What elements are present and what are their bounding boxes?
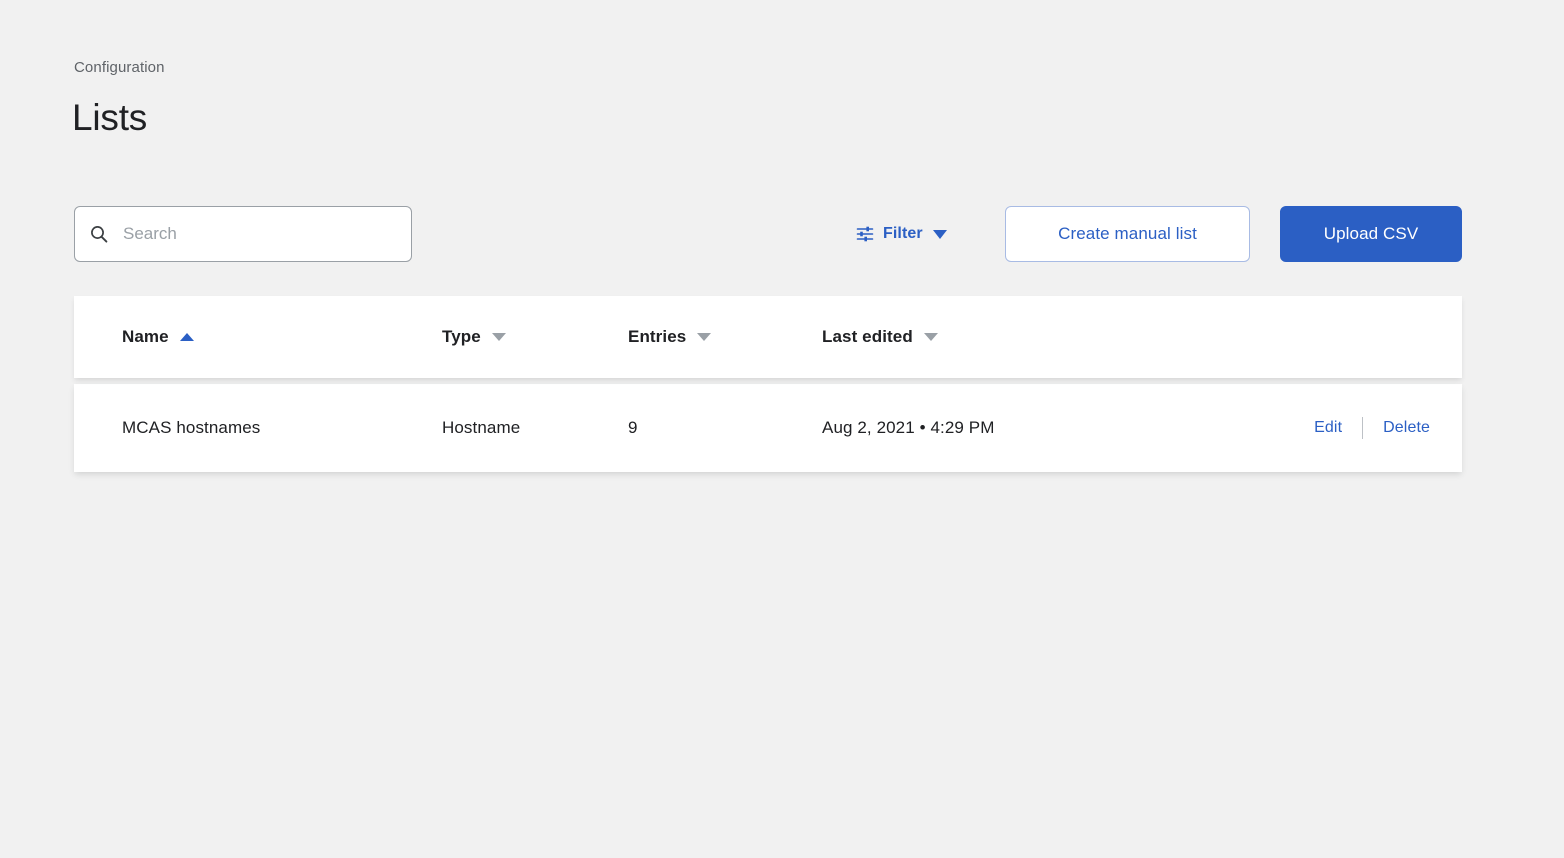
column-header-name-label: Name	[122, 327, 169, 346]
chevron-down-icon	[932, 229, 947, 239]
column-header-entries-label: Entries	[628, 327, 687, 346]
create-manual-list-button[interactable]: Create manual list	[1005, 206, 1250, 262]
filter-label: Filter	[883, 225, 923, 242]
page-title: Lists	[72, 97, 148, 138]
search-icon	[89, 224, 109, 244]
row-actions: Edit Delete	[1314, 384, 1430, 472]
column-header-name[interactable]: Name	[122, 296, 194, 378]
breadcrumb: Configuration	[74, 59, 165, 76]
cell-entries: 9	[628, 418, 638, 437]
toolbar: Filter Create manual list Upload CSV	[0, 206, 1564, 264]
filter-button[interactable]: Filter	[856, 220, 947, 248]
edit-link[interactable]: Edit	[1314, 419, 1342, 437]
column-header-type-label: Type	[442, 327, 481, 346]
action-divider	[1362, 417, 1364, 439]
column-header-entries[interactable]: Entries	[628, 296, 712, 378]
column-header-last-edited[interactable]: Last edited	[822, 296, 938, 378]
table-row[interactable]: MCAS hostnames Hostname 9 Aug 2, 2021 • …	[74, 384, 1462, 472]
column-header-last-edited-label: Last edited	[822, 327, 913, 346]
lists-page: Configuration Lists Search Filter Create…	[0, 0, 1564, 858]
tune-icon	[856, 225, 874, 243]
lists-table: Name Type Entries Last edited MCAS hostn…	[74, 296, 1462, 472]
delete-link[interactable]: Delete	[1383, 419, 1430, 437]
cell-last-edited: Aug 2, 2021 • 4:29 PM	[822, 418, 995, 437]
search-box[interactable]	[74, 206, 412, 262]
cell-type: Hostname	[442, 418, 521, 437]
sort-ascending-icon	[179, 333, 194, 341]
column-header-type[interactable]: Type	[442, 296, 506, 378]
sort-descending-icon	[491, 333, 506, 341]
sort-descending-icon	[697, 333, 712, 341]
upload-csv-button[interactable]: Upload CSV	[1280, 206, 1462, 262]
search-input[interactable]	[123, 224, 373, 244]
sort-descending-icon	[923, 333, 938, 341]
table-header-row: Name Type Entries Last edited	[74, 296, 1462, 378]
cell-name: MCAS hostnames	[122, 418, 261, 437]
